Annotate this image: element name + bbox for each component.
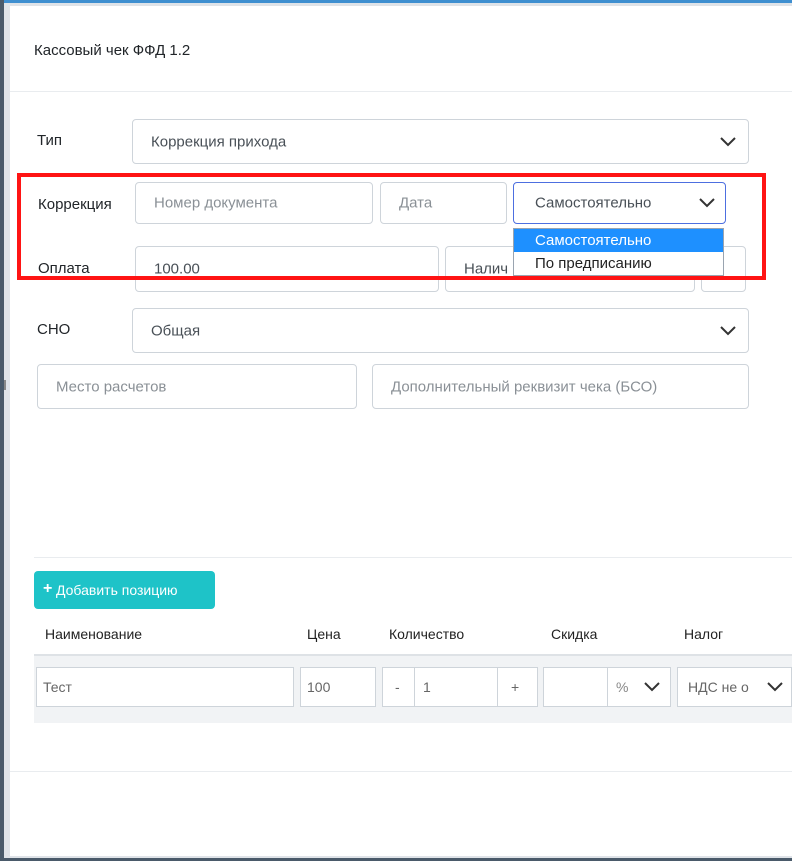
type-label: Тип: [37, 132, 63, 149]
doc-number-input[interactable]: Номер документа: [135, 182, 373, 224]
discount-divider: [607, 668, 608, 706]
type-select-value: Коррекция прихода: [151, 133, 287, 150]
position-qty-stepper: - 1 +: [382, 667, 538, 707]
chevron-down-icon: [699, 198, 715, 208]
chevron-down-icon: [767, 682, 783, 692]
footer-divider: [10, 771, 792, 772]
plus-icon: +: [43, 580, 53, 597]
column-header-qty: Количество: [389, 626, 465, 642]
position-name-value: Тест: [43, 679, 72, 695]
dropdown-option-order[interactable]: По предписанию: [514, 252, 723, 275]
date-placeholder: Дата: [399, 194, 433, 212]
qty-value[interactable]: 1: [423, 679, 431, 695]
chevron-down-icon: [720, 136, 736, 147]
column-header-discount: Скидка: [551, 626, 598, 642]
column-header-tax: Налог: [684, 626, 724, 642]
extra-requisite-placeholder: Дополнительный реквизит чека (БСО): [391, 378, 658, 395]
tax-system-select[interactable]: Общая: [132, 308, 749, 353]
add-position-label: Добавить позицию: [56, 582, 178, 598]
correction-kind-value: Самостоятельно: [535, 194, 652, 212]
window-top-border: [0, 0, 792, 3]
position-name-input[interactable]: Тест: [36, 667, 294, 707]
payment-label: Оплата: [38, 260, 90, 277]
position-price-input[interactable]: 100: [300, 667, 376, 707]
payment-method-value: Налич: [464, 260, 509, 278]
position-price-value: 100: [307, 679, 331, 695]
correction-kind-dropdown: Самостоятельно По предписанию: [513, 228, 724, 276]
tax-system-label: СНО: [37, 321, 71, 338]
date-input[interactable]: Дата: [380, 182, 507, 224]
correction-label: Коррекция: [38, 196, 112, 213]
discount-unit-value[interactable]: %: [616, 679, 628, 695]
qty-minus-button[interactable]: -: [395, 679, 400, 695]
correction-kind-select[interactable]: Самостоятельно: [513, 182, 726, 224]
position-tax-select[interactable]: НДС не о: [677, 667, 792, 707]
payment-amount-value: 100.00: [154, 260, 200, 278]
modal-title: Кассовый чек ФФД 1.2: [34, 42, 191, 59]
column-header-name: Наименование: [45, 626, 143, 642]
tax-system-value: Общая: [151, 322, 201, 339]
type-select[interactable]: Коррекция прихода: [132, 119, 749, 164]
stepper-divider: [414, 668, 415, 706]
position-discount-group: %: [543, 667, 671, 707]
add-position-button[interactable]: + Добавить позицию: [34, 571, 215, 609]
column-header-price: Цена: [307, 626, 341, 642]
background-fragment: [4, 380, 6, 390]
receipt-modal: Кассовый чек ФФД 1.2 Тип Коррекция прихо…: [10, 6, 792, 856]
settlement-place-placeholder: Место расчетов: [56, 378, 167, 395]
settlement-place-input[interactable]: Место расчетов: [37, 364, 357, 409]
payment-amount-input[interactable]: 100.00: [135, 246, 439, 292]
stepper-divider: [497, 668, 498, 706]
window-left-border: [0, 0, 4, 861]
dropdown-option-self[interactable]: Самостоятельно: [514, 229, 723, 252]
position-tax-value: НДС не о: [688, 679, 749, 695]
chevron-down-icon: [720, 325, 736, 336]
extra-requisite-input[interactable]: Дополнительный реквизит чека (БСО): [372, 364, 749, 409]
qty-plus-button[interactable]: +: [511, 679, 519, 695]
section-divider: [34, 557, 792, 558]
header-divider: [10, 91, 792, 92]
chevron-down-icon: [644, 682, 660, 692]
doc-number-placeholder: Номер документа: [154, 194, 278, 212]
